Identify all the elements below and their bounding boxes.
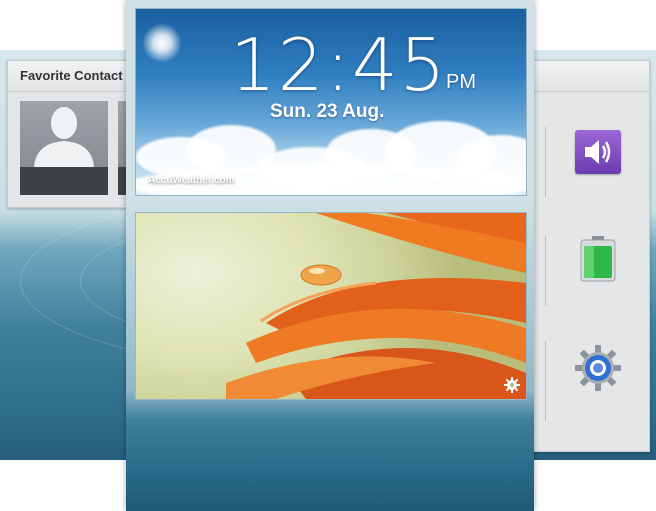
battery-icon: [580, 236, 616, 282]
gear-icon[interactable]: [504, 377, 520, 393]
settings-button[interactable]: [574, 344, 622, 392]
sun-glare: [142, 23, 182, 63]
clock-weather-widget[interactable]: 12:45 PM Sun. 23 Aug. AccuWeather.com: [135, 8, 527, 196]
home-panel: 12:45 PM Sun. 23 Aug. AccuWeather.com: [126, 0, 534, 511]
clock-time: 12:45: [230, 23, 448, 107]
widget-header: [531, 61, 649, 92]
widget-title: Favorite Contact: [8, 61, 136, 92]
favorite-contacts-widget[interactable]: Favorite Contact: [7, 60, 138, 208]
photo-widget[interactable]: [135, 212, 527, 400]
battery-button[interactable]: [580, 236, 616, 282]
volume-button[interactable]: [575, 130, 621, 174]
volume-icon: [585, 140, 611, 164]
flower-photo: [226, 213, 526, 399]
weather-brand-label[interactable]: AccuWeather.com: [148, 175, 235, 186]
contact-tile[interactable]: [20, 101, 108, 195]
clock-ampm: PM: [446, 71, 476, 93]
person-silhouette-icon: [34, 107, 94, 167]
clock-date: Sun. 23 Aug.: [270, 101, 385, 122]
settings-icon: [575, 345, 621, 391]
